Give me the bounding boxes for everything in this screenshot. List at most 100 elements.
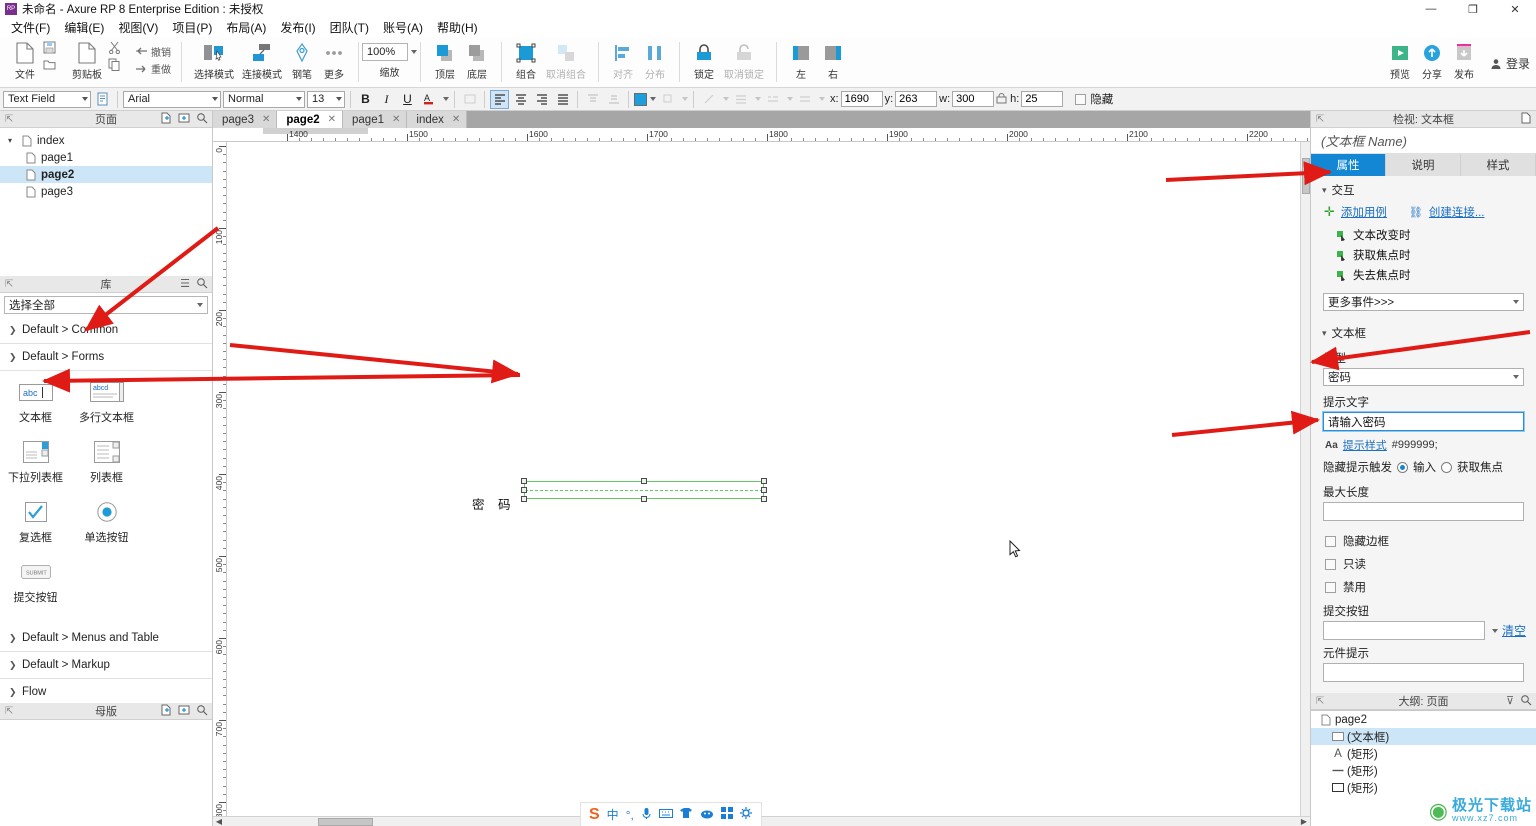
align-center-button[interactable] — [511, 90, 530, 109]
widget-listbox[interactable]: 列表框 — [71, 439, 142, 485]
align-justify-button[interactable] — [553, 90, 572, 109]
save-icon[interactable] — [41, 39, 58, 56]
add-master-folder-icon[interactable] — [178, 704, 190, 719]
type-select[interactable]: 密码 — [1323, 368, 1524, 386]
lock-aspect-icon[interactable] — [996, 93, 1008, 105]
maximize-button[interactable]: ❐ — [1452, 0, 1494, 18]
readonly-checkbox[interactable] — [1325, 558, 1336, 570]
tree-item-index[interactable]: ▾ index — [0, 132, 212, 149]
add-page-icon[interactable] — [160, 112, 172, 127]
outline-row-rect[interactable]: (矩形) — [1311, 779, 1536, 796]
widget-type-select[interactable]: Text Field — [3, 90, 91, 108]
h-input[interactable] — [1021, 91, 1064, 107]
vertical-ruler[interactable]: 0 100 200 300 400 500 600 700 800 — [213, 142, 227, 816]
more-tools-button[interactable]: 更多 — [318, 39, 350, 81]
resize-handle-e[interactable] — [761, 487, 767, 493]
unlock-button[interactable]: 取消锁定 — [720, 39, 768, 81]
event-text-changed[interactable]: 文本改变时 — [1311, 225, 1536, 245]
tooltip-input[interactable] — [1323, 663, 1524, 682]
hidden-checkbox[interactable] — [1075, 93, 1087, 105]
disabled-checkbox[interactable] — [1325, 581, 1336, 593]
interaction-section-header[interactable]: ▾ 交互 — [1311, 176, 1536, 202]
italic-button[interactable]: I — [377, 90, 396, 109]
library-group-markup[interactable]: ❯ Default > Markup — [0, 652, 212, 679]
chevron-down-icon[interactable] — [1491, 628, 1498, 633]
ime-microphone-icon[interactable] — [641, 807, 652, 823]
resize-handle-w[interactable] — [521, 487, 527, 493]
fill-color-button[interactable] — [634, 92, 656, 106]
hint-style-link[interactable]: 提示样式 — [1343, 437, 1387, 453]
shadow-button[interactable] — [658, 90, 677, 109]
copy-icon[interactable] — [106, 56, 123, 73]
widget-style-button[interactable] — [93, 90, 112, 109]
hidden-checkbox-group[interactable]: 隐藏 — [1075, 91, 1113, 107]
disabled-row[interactable]: 禁用 — [1311, 575, 1536, 598]
chain-icon[interactable]: ⛓ — [1409, 206, 1423, 219]
add-folder-icon[interactable] — [178, 112, 190, 127]
border-style-button[interactable] — [460, 90, 479, 109]
widget-checkbox[interactable]: 复选框 — [0, 499, 71, 545]
font-family-select[interactable]: Arial — [123, 90, 221, 108]
ime-keyboard-icon[interactable] — [658, 808, 673, 822]
share-button[interactable]: 分享 — [1416, 39, 1448, 81]
ime-chinese-mode-icon[interactable]: 中 — [607, 806, 619, 823]
tree-item-page2[interactable]: page2 — [0, 166, 212, 183]
canvas-vertical-scrollbar[interactable] — [1300, 142, 1310, 816]
lock-button[interactable]: 锁定 — [688, 39, 720, 81]
close-button[interactable]: ✕ — [1494, 0, 1536, 18]
widget-text-area[interactable]: abcd 多行文本框 — [71, 379, 142, 425]
menu-publish[interactable]: 发布(I) — [273, 17, 322, 38]
align-right-button[interactable] — [532, 90, 551, 109]
close-icon[interactable]: ✕ — [328, 114, 336, 125]
undo-button[interactable]: 撤销 — [133, 43, 173, 60]
tree-item-page3[interactable]: page3 — [0, 183, 212, 200]
select-mode-button[interactable]: 选择模式 — [190, 39, 238, 81]
underline-button[interactable]: U — [398, 90, 417, 109]
tab-style[interactable]: 样式 — [1461, 154, 1536, 176]
scroll-right-arrow-icon[interactable]: ▶ — [1298, 817, 1310, 826]
group-button[interactable]: 组合 — [510, 39, 542, 81]
library-selector[interactable]: 选择全部 — [4, 296, 208, 314]
zoom-control[interactable]: 100% — [362, 43, 417, 61]
font-size-select[interactable]: 13 — [307, 90, 345, 108]
event-got-focus[interactable]: 获取焦点时 — [1311, 245, 1536, 265]
menu-icon[interactable]: ☰ — [180, 277, 190, 292]
bold-button[interactable]: B — [356, 90, 375, 109]
library-group-menus-table[interactable]: ❯ Default > Menus and Table — [0, 625, 212, 652]
ime-settings-icon[interactable] — [739, 807, 752, 822]
align-button[interactable]: 对齐 — [607, 39, 639, 81]
radio-input-on-type[interactable] — [1397, 461, 1408, 473]
filter-icon[interactable]: ⊽ — [1506, 694, 1514, 709]
left-panel-toggle[interactable]: 左 — [785, 39, 817, 81]
menu-project[interactable]: 项目(P) — [165, 17, 219, 38]
library-group-flow[interactable]: ❯ Flow — [0, 679, 212, 703]
hide-border-row[interactable]: 隐藏边框 — [1311, 529, 1536, 552]
bring-to-front-button[interactable]: 顶层 — [429, 39, 461, 81]
pen-button[interactable]: 钢笔 — [286, 39, 318, 81]
right-panel-toggle[interactable]: 右 — [817, 39, 849, 81]
outline-row-rect-line[interactable]: (矩形) — [1311, 762, 1536, 779]
add-case-link[interactable]: 添加用例 — [1341, 204, 1387, 220]
connect-mode-button[interactable]: 连接模式 — [238, 39, 286, 81]
menu-edit[interactable]: 编辑(E) — [57, 17, 111, 38]
tab-properties[interactable]: 属性 — [1311, 154, 1386, 176]
hide-border-checkbox[interactable] — [1325, 535, 1336, 547]
widget-radio[interactable]: 单选按钮 — [71, 499, 142, 545]
outline-row-rect-text[interactable]: A (矩形) — [1311, 745, 1536, 762]
expand-arrow-icon[interactable]: ▾ — [8, 136, 20, 145]
ungroup-button[interactable]: 取消组合 — [542, 39, 590, 81]
valign-top-button[interactable] — [583, 90, 602, 109]
library-group-common[interactable]: ❯ Default > Common — [0, 317, 212, 344]
search-icon[interactable] — [196, 277, 208, 292]
resize-handle-sw[interactable] — [521, 496, 527, 502]
ime-toolbox-icon[interactable] — [720, 807, 733, 822]
collapse-icon[interactable]: ⇱ — [5, 279, 13, 290]
w-input[interactable] — [952, 91, 995, 107]
send-to-back-button[interactable]: 底层 — [461, 39, 493, 81]
distribute-button[interactable]: 分布 — [639, 39, 671, 81]
menu-view[interactable]: 视图(V) — [111, 17, 165, 38]
scroll-left-arrow-icon[interactable]: ◀ — [213, 817, 225, 826]
search-icon[interactable] — [196, 704, 208, 719]
resize-handle-se[interactable] — [761, 496, 767, 502]
font-color-button[interactable]: A — [419, 90, 438, 109]
